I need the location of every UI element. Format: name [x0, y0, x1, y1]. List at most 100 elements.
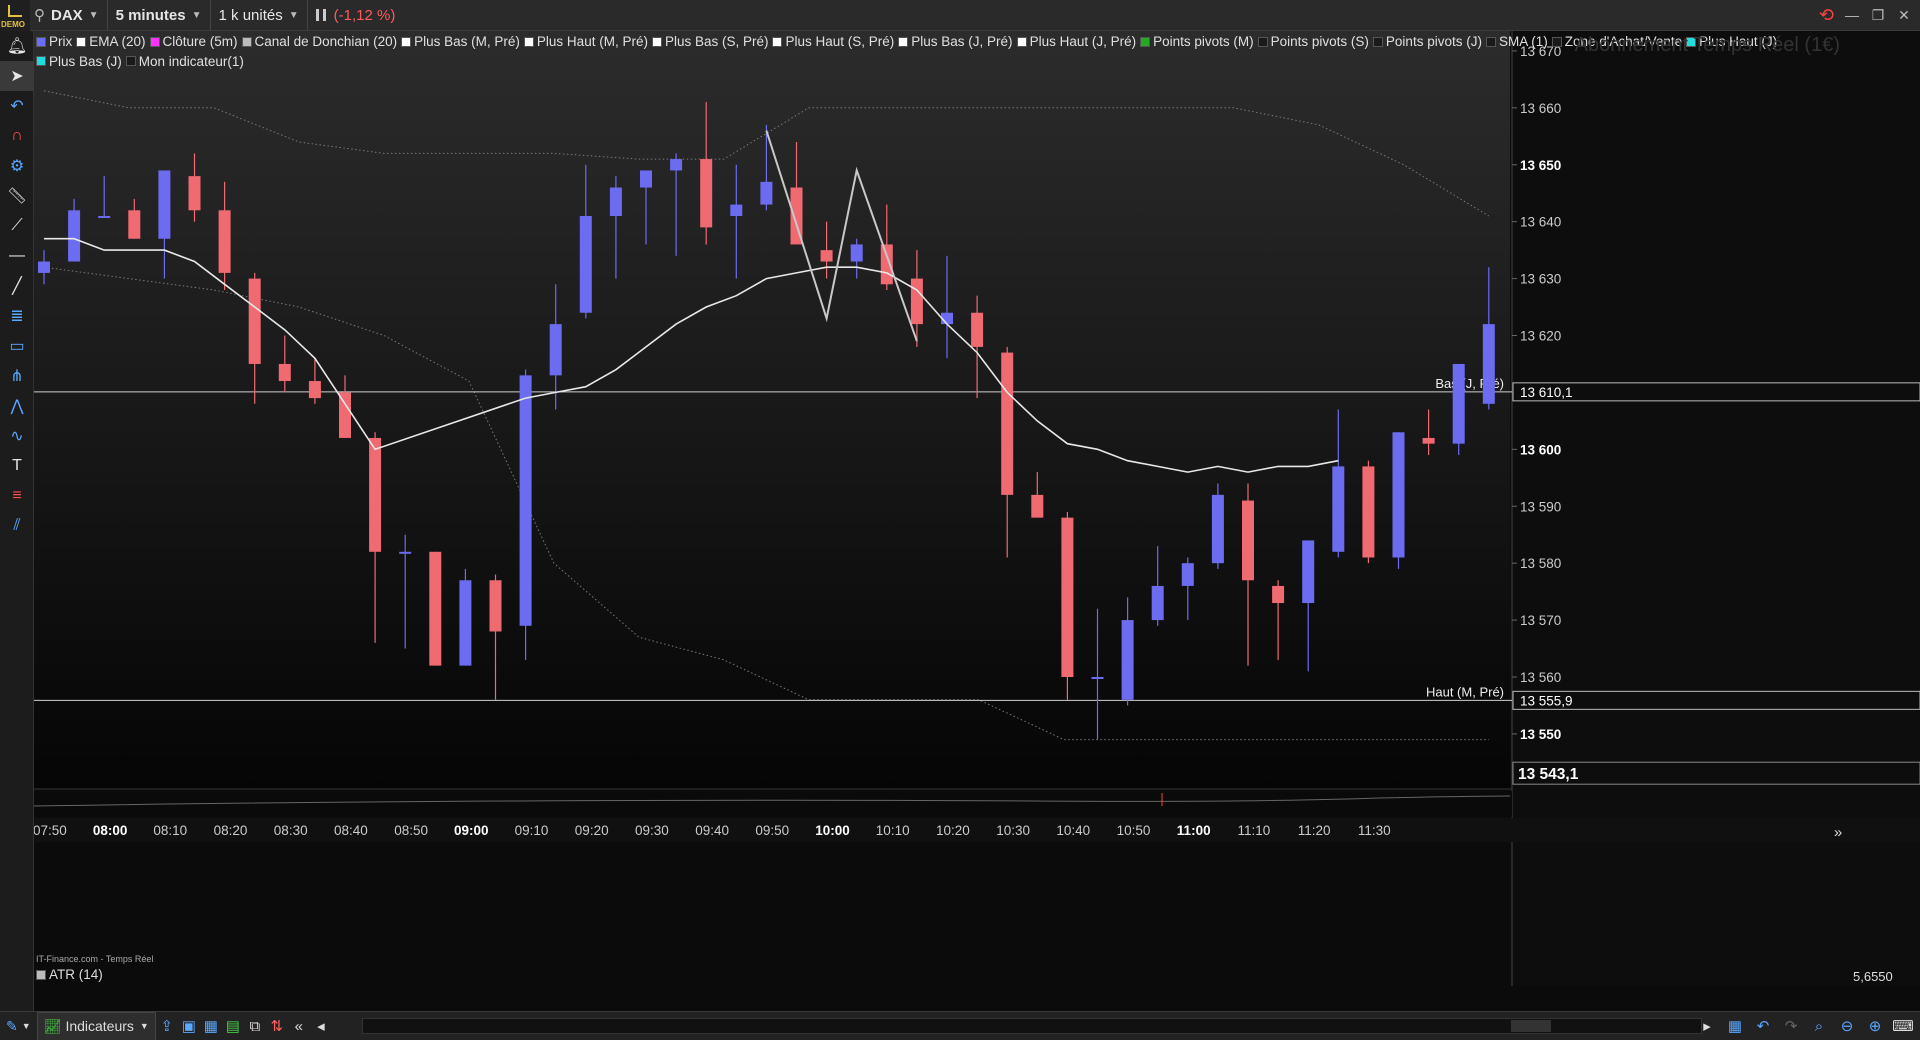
calendar-grid-icon[interactable]: ▦	[1724, 1016, 1746, 1036]
pause-icon[interactable]	[315, 9, 326, 21]
scroll-right-icon[interactable]: ▸	[1696, 1016, 1718, 1036]
redo-icon[interactable]: ↷	[1780, 1016, 1802, 1036]
legend-item[interactable]: Mon indicateur(1)	[125, 52, 244, 71]
candle-body[interactable]	[278, 363, 291, 382]
wave-icon[interactable]: ∿	[0, 421, 34, 451]
time-scrollbar[interactable]	[362, 1018, 1702, 1034]
cursor-icon[interactable]: ➤	[0, 61, 34, 91]
ruler-icon[interactable]: 📏︎	[0, 181, 34, 211]
candle-body[interactable]	[700, 159, 713, 228]
candle-body[interactable]	[1332, 466, 1345, 552]
candle-body[interactable]	[98, 215, 111, 218]
trend-line-icon[interactable]: ╱	[0, 271, 34, 301]
compare-icon[interactable]: ⇅	[266, 1016, 288, 1036]
table-icon[interactable]: ▤	[222, 1016, 244, 1036]
channel-icon[interactable]: ▭	[0, 331, 34, 361]
legend-item[interactable]: Plus Haut (J, Pré)	[1016, 32, 1136, 51]
timeframe-selector[interactable]: 5 minutes ▼	[108, 0, 211, 31]
candle-body[interactable]	[158, 170, 171, 239]
legend-item[interactable]: EMA (20)	[76, 32, 146, 51]
candle-body[interactable]	[399, 551, 412, 554]
candle-body[interactable]	[1181, 563, 1194, 586]
legend-item[interactable]: Clôture (5m)	[149, 32, 238, 51]
alert-bell-icon[interactable]: 🔔︎	[0, 31, 34, 61]
legend-item[interactable]: Points pivots (J)	[1372, 32, 1482, 51]
candle-body[interactable]	[188, 176, 201, 211]
legend-item[interactable]: Plus Haut (M, Pré)	[523, 32, 648, 51]
candle-body[interactable]	[1091, 677, 1104, 680]
candle-body[interactable]	[369, 437, 382, 552]
fan-icon[interactable]: ⫽	[0, 511, 34, 541]
undo-draw-icon[interactable]: ↶	[0, 91, 34, 121]
legend-item[interactable]: Plus Haut (S, Pré)	[772, 32, 894, 51]
legend-item[interactable]: Prix	[36, 32, 72, 51]
scroll-end-icon[interactable]: »	[1834, 824, 1842, 841]
candle-body[interactable]	[1272, 585, 1285, 604]
magnet-icon[interactable]: ∩	[0, 121, 34, 151]
candle-body[interactable]	[730, 204, 743, 216]
magnet-settings-icon[interactable]: ⚙	[0, 151, 34, 181]
keyboard-icon[interactable]: ⌨	[1892, 1016, 1914, 1036]
candle-body[interactable]	[489, 580, 502, 632]
scroll-thumb[interactable]	[1511, 1020, 1551, 1032]
undo-icon[interactable]: ↶	[1752, 1016, 1774, 1036]
legend-item[interactable]: Points pivots (S)	[1257, 32, 1369, 51]
window-icon[interactable]: ⧉	[244, 1016, 266, 1036]
candle-body[interactable]	[429, 551, 442, 666]
candle-body[interactable]	[1121, 620, 1134, 700]
candle-body[interactable]	[218, 210, 231, 273]
scroll-left-icon[interactable]: ◂	[310, 1016, 332, 1036]
candle-body[interactable]	[850, 244, 863, 262]
candle-body[interactable]	[1362, 466, 1375, 558]
candle-body[interactable]	[609, 187, 622, 216]
candle-body[interactable]	[910, 278, 923, 325]
candle-body[interactable]	[1452, 363, 1465, 444]
fibonacci-icon[interactable]: ≣	[0, 301, 34, 331]
candle-body[interactable]	[549, 324, 562, 376]
zoom-out-icon[interactable]: ⊖	[1836, 1016, 1858, 1036]
legend-item[interactable]: Plus Bas (S, Pré)	[651, 32, 768, 51]
price-chart[interactable]: 13 550 13 560 13 570 13 580 13 590 13 600 13 6…	[34, 31, 1920, 986]
sync-icon[interactable]: ⟲	[1819, 5, 1834, 26]
candle-body[interactable]	[1302, 540, 1315, 604]
candle-body[interactable]	[1001, 352, 1014, 495]
pattern-icon[interactable]: ⋀	[0, 391, 34, 421]
candle-body[interactable]	[1061, 517, 1074, 678]
candle-body[interactable]	[579, 215, 592, 313]
monitor-icon[interactable]: ▣	[178, 1016, 200, 1036]
legend-item[interactable]: Plus Bas (M, Pré)	[401, 32, 520, 51]
units-selector[interactable]: 1 k unités ▼	[211, 0, 308, 31]
candle-body[interactable]	[820, 250, 833, 262]
share-icon[interactable]: ⇪	[156, 1016, 178, 1036]
candle-body[interactable]	[670, 159, 683, 171]
restore-icon[interactable]: ❐	[1870, 7, 1886, 23]
candle-body[interactable]	[1211, 494, 1224, 564]
candle-body[interactable]	[640, 170, 652, 188]
candle-body[interactable]	[128, 210, 141, 239]
chart-canvas[interactable]: 13 550 13 560 13 570 13 580 13 590 13 600 13 6…	[34, 31, 1920, 986]
candle-body[interactable]	[1242, 500, 1254, 581]
legend-item[interactable]: Canal de Donchian (20)	[241, 32, 397, 51]
close-icon[interactable]: ✕	[1896, 7, 1912, 23]
candle-body[interactable]	[248, 278, 261, 364]
candle-body[interactable]	[1422, 437, 1435, 444]
minimize-icon[interactable]: —	[1844, 7, 1860, 23]
candle-body[interactable]	[459, 580, 472, 666]
instrument-selector[interactable]: ⚲ DAX ▼	[30, 0, 108, 31]
horizontal-line-icon[interactable]: —	[0, 241, 34, 271]
candle-body[interactable]	[1151, 585, 1164, 621]
zoom-area-icon[interactable]: ⌕	[1808, 1016, 1830, 1036]
legend-item[interactable]: Plus Bas (J)	[36, 52, 122, 71]
segment-icon[interactable]: ⟋	[0, 211, 34, 241]
draw-menu-button[interactable]: ✎ ▼	[0, 1012, 37, 1040]
calendar-icon[interactable]: ▦	[200, 1016, 222, 1036]
legend-item[interactable]: Points pivots (M)	[1140, 32, 1254, 51]
candle-body[interactable]	[339, 392, 351, 438]
atr-indicator-label[interactable]: ATR (14)	[36, 967, 103, 982]
candle-body[interactable]	[68, 210, 81, 262]
candle-body[interactable]	[1031, 494, 1044, 518]
candle-body[interactable]	[38, 261, 50, 273]
candle-body[interactable]	[1392, 432, 1405, 558]
rewind-icon[interactable]: «	[288, 1016, 310, 1036]
pitchfork-icon[interactable]: ⋔	[0, 361, 34, 391]
